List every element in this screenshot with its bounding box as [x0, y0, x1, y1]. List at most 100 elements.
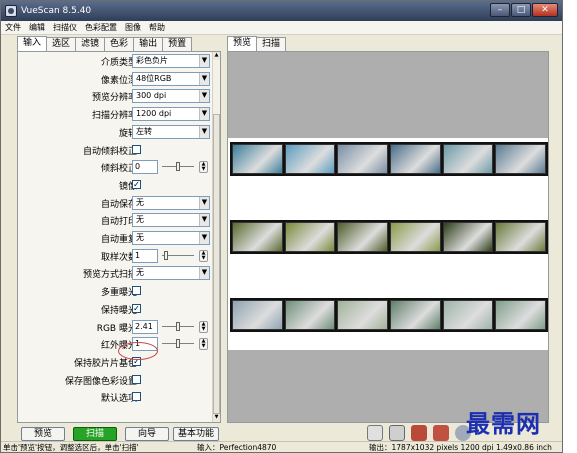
- menu-image[interactable]: 图像: [125, 22, 141, 33]
- preview-area[interactable]: [227, 51, 549, 423]
- setting-row-media-type: 介质类型: 彩色负片 ▼: [18, 53, 214, 69]
- chevron-down-icon[interactable]: ▼: [199, 55, 209, 67]
- film-strip: [230, 142, 548, 176]
- select-value: 300 dpi: [136, 91, 167, 101]
- tab-output[interactable]: 输出: [133, 37, 164, 51]
- chevron-down-icon[interactable]: ▼: [199, 196, 209, 209]
- settings-panel: 介质类型: 彩色负片 ▼ 像素位深: 48位RGB ▼ 预览分辨率: 300 dpi ▼ 扫描分辨…: [17, 51, 221, 423]
- auto-repeat-select[interactable]: 无 ▼: [132, 231, 210, 245]
- tab-crop[interactable]: 选区: [46, 37, 77, 51]
- rgb-exposure-spinner[interactable]: ▲ ▼: [199, 320, 208, 333]
- select-value: 无: [136, 233, 144, 242]
- save-icon[interactable]: [367, 425, 383, 441]
- film-frame: [337, 144, 389, 174]
- select-value: 无: [136, 197, 144, 207]
- save-color-settings-checkbox[interactable]: [132, 374, 141, 384]
- status-output: 输出：1787x1032 pixels 1200 dpi 1.49x0.86 i…: [369, 443, 552, 452]
- wizard-button[interactable]: 向导: [125, 427, 169, 441]
- rgb-exposure-slider[interactable]: [162, 321, 194, 331]
- select-value: 48位RGB: [136, 73, 172, 83]
- menu-scanner[interactable]: 扫描仪: [53, 22, 77, 33]
- setting-row-mirror: 镜像: ✓: [18, 177, 214, 193]
- bit-depth-select[interactable]: 48位RGB ▼: [132, 71, 210, 86]
- menu-color-profile[interactable]: 色彩配置: [85, 22, 117, 33]
- setting-row-ir-exposure: 红外曝光: 1 ▲ ▼: [18, 336, 214, 352]
- mirror-checkbox[interactable]: ✓: [132, 179, 141, 189]
- chevron-down-icon[interactable]: ▼: [199, 214, 209, 227]
- samples-spinner[interactable]: ▲ ▼: [199, 249, 208, 262]
- setting-row-auto-repeat: 自动重复: 无 ▼: [18, 230, 214, 246]
- scan-resolution-select[interactable]: 1200 dpi ▼: [132, 107, 210, 122]
- crop-icon[interactable]: [411, 425, 427, 441]
- close-button[interactable]: ✕: [532, 3, 558, 17]
- tab-filter[interactable]: 滤镜: [75, 37, 106, 51]
- rotate-icon[interactable]: [433, 425, 449, 441]
- samples-input[interactable]: 1: [132, 248, 158, 263]
- chevron-down-icon[interactable]: ▼: [199, 90, 209, 103]
- media-type-select[interactable]: 彩色负片 ▼: [132, 54, 210, 68]
- auto-skew-checkbox[interactable]: [132, 144, 141, 154]
- preview-tabs: 预览 扫描: [227, 36, 287, 51]
- tab-prefs[interactable]: 预置: [162, 37, 193, 51]
- window-title: VueScan 8.5.40: [21, 6, 92, 16]
- rotation-select[interactable]: 左转 ▼: [132, 124, 210, 139]
- ir-exposure-slider[interactable]: [162, 339, 194, 349]
- basic-mode-button[interactable]: 基本功能: [173, 427, 219, 441]
- settings-tabs: 输入 选区 滤镜 色彩 输出 预置: [17, 36, 193, 51]
- maximize-button[interactable]: □: [511, 3, 531, 17]
- film-frame: [390, 144, 441, 174]
- skew-correction-slider[interactable]: [162, 162, 194, 172]
- chevron-down-icon[interactable]: ▼: [199, 72, 209, 85]
- app-window: VueScan 8.5.40 – □ ✕ 文件 编辑 扫描仪 色彩配置 图像 帮…: [0, 0, 563, 453]
- select-value: 无: [136, 215, 144, 225]
- film-frame: [390, 300, 441, 330]
- tab-color[interactable]: 色彩: [104, 37, 135, 51]
- preview-mode-select[interactable]: 无 ▼: [132, 266, 210, 281]
- scroll-thumb[interactable]: [213, 114, 220, 414]
- settings-scrollbar[interactable]: ▲ ▼: [212, 52, 220, 422]
- multi-exposure-checkbox[interactable]: [132, 286, 141, 296]
- slider-thumb[interactable]: [176, 162, 180, 172]
- samples-slider[interactable]: [162, 250, 194, 260]
- scroll-down-button[interactable]: ▼: [213, 414, 220, 422]
- menu-file[interactable]: 文件: [5, 22, 21, 33]
- skew-correction-spinner[interactable]: ▲ ▼: [199, 161, 208, 174]
- app-icon: [5, 5, 17, 17]
- slider-thumb[interactable]: [176, 321, 180, 331]
- ir-exposure-spinner[interactable]: ▲ ▼: [199, 338, 208, 351]
- rgb-exposure-input[interactable]: 2.41: [132, 319, 158, 334]
- setting-row-rgb-exposure: RGB 曝光: 2.41 ▲ ▼: [18, 319, 214, 335]
- film-frame: [442, 300, 494, 330]
- setting-row-rotation: 旋转: 左转 ▼: [18, 124, 214, 140]
- tab-scan[interactable]: 扫描: [256, 37, 287, 51]
- default-options-checkbox[interactable]: [132, 392, 141, 402]
- skew-correction-input[interactable]: 0: [132, 160, 158, 175]
- scroll-up-button[interactable]: ▲: [213, 52, 220, 60]
- auto-save-select[interactable]: 无 ▼: [132, 195, 210, 210]
- tab-input[interactable]: 输入: [17, 36, 48, 51]
- print-icon[interactable]: [389, 425, 405, 441]
- chevron-down-icon[interactable]: ▼: [199, 232, 209, 244]
- auto-print-select[interactable]: 无 ▼: [132, 213, 210, 228]
- slider-thumb[interactable]: [176, 339, 180, 349]
- menu-edit[interactable]: 编辑: [29, 22, 45, 33]
- preview-resolution-select[interactable]: 300 dpi ▼: [132, 89, 210, 104]
- film-frame: [495, 222, 547, 252]
- setting-row-auto-skew: 自动倾斜校正:: [18, 142, 214, 158]
- film-frame: [284, 144, 336, 174]
- film-frame: [337, 222, 389, 252]
- setting-label: 保存图像色彩设置:: [64, 376, 140, 387]
- minimize-button[interactable]: –: [490, 3, 510, 17]
- tab-preview[interactable]: 预览: [227, 36, 258, 51]
- chevron-down-icon[interactable]: ▼: [199, 108, 209, 121]
- preview-button[interactable]: 预览: [21, 427, 65, 441]
- slider-thumb[interactable]: [164, 250, 168, 260]
- setting-row-save-color-settings: 保存图像色彩设置:: [18, 372, 214, 388]
- menu-help[interactable]: 帮助: [149, 22, 165, 33]
- lock-exposure-checkbox[interactable]: ✓: [132, 303, 141, 313]
- scan-button[interactable]: 扫描: [73, 427, 117, 441]
- film-frame: [442, 222, 494, 252]
- setting-row-auto-print: 自动打印: 无 ▼: [18, 212, 214, 228]
- chevron-down-icon[interactable]: ▼: [199, 267, 209, 280]
- chevron-down-icon[interactable]: ▼: [199, 125, 209, 138]
